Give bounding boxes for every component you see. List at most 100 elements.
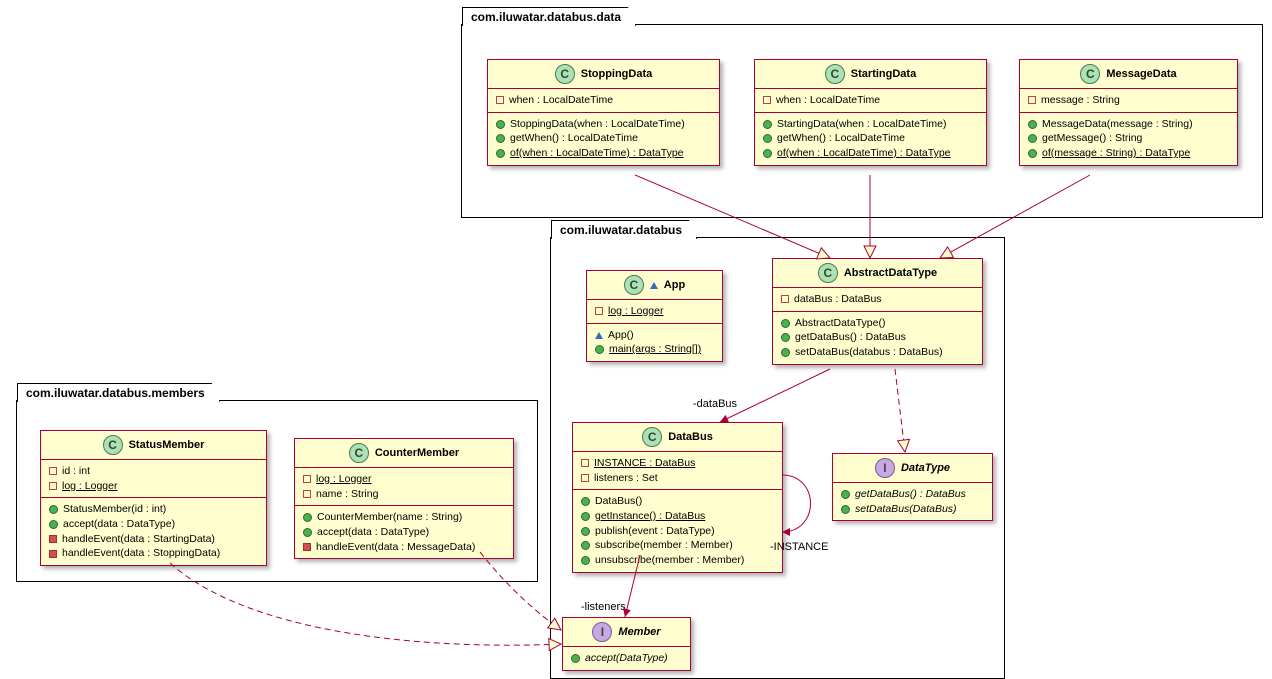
member-row: CounterMember(name : String) bbox=[303, 510, 505, 525]
package-core-title: com.iluwatar.databus bbox=[551, 220, 697, 239]
private-method-icon bbox=[49, 535, 57, 543]
class-name: Member bbox=[618, 626, 660, 638]
interface-icon: I bbox=[592, 622, 612, 642]
class-abstractdatatype: C AbstractDataType dataBus : DataBus Abs… bbox=[772, 258, 983, 365]
private-field-icon bbox=[303, 490, 311, 498]
member-row: of(when : LocalDateTime) : DataType bbox=[763, 146, 978, 161]
class-name: StartingData bbox=[851, 68, 916, 80]
class-icon: C bbox=[1080, 64, 1100, 84]
class-name: AbstractDataType bbox=[844, 267, 937, 279]
class-name: DataType bbox=[901, 462, 950, 474]
member-row: listeners : Set bbox=[581, 471, 774, 486]
member-row: accept(DataType) bbox=[571, 651, 682, 666]
member-row: subscribe(member : Member) bbox=[581, 538, 774, 553]
member-text: name : String bbox=[316, 487, 378, 502]
class-icon: C bbox=[624, 275, 644, 295]
member-row: MessageData(message : String) bbox=[1028, 117, 1229, 132]
public-icon bbox=[581, 512, 590, 521]
member-row: StartingData(when : LocalDateTime) bbox=[763, 117, 978, 132]
public-icon bbox=[49, 505, 58, 514]
member-row: of(when : LocalDateTime) : DataType bbox=[496, 146, 711, 161]
public-icon bbox=[581, 527, 590, 536]
member-text: log : Logger bbox=[316, 472, 371, 487]
member-text: StoppingData(when : LocalDateTime) bbox=[510, 117, 685, 132]
public-icon bbox=[781, 348, 790, 357]
class-name: DataBus bbox=[668, 431, 713, 443]
member-text: CounterMember(name : String) bbox=[317, 510, 462, 525]
class-icon: C bbox=[642, 427, 662, 447]
member-row: unsubscribe(member : Member) bbox=[581, 553, 774, 568]
private-field-icon bbox=[595, 307, 603, 315]
class-app: C App log : Logger App()main(args : Stri… bbox=[586, 270, 723, 362]
member-text: accept(DataType) bbox=[585, 651, 668, 666]
member-row: getDataBus() : DataBus bbox=[841, 487, 984, 502]
member-text: getDataBus() : DataBus bbox=[855, 487, 966, 502]
member-text: getDataBus() : DataBus bbox=[795, 330, 906, 345]
member-text: subscribe(member : Member) bbox=[595, 538, 733, 553]
public-icon bbox=[581, 556, 590, 565]
package-members-title: com.iluwatar.databus.members bbox=[17, 383, 220, 402]
member-row: App() bbox=[595, 328, 714, 343]
member-text: DataBus() bbox=[595, 494, 642, 509]
member-row: message : String bbox=[1028, 93, 1229, 108]
class-name: StoppingData bbox=[581, 68, 653, 80]
triangle-icon bbox=[650, 282, 658, 289]
member-text: log : Logger bbox=[62, 479, 117, 494]
member-text: publish(event : DataType) bbox=[595, 524, 715, 539]
member-row: handleEvent(data : StartingData) bbox=[49, 532, 258, 547]
member-text: dataBus : DataBus bbox=[794, 292, 882, 307]
member-text: setDataBus(DataBus) bbox=[855, 502, 957, 517]
member-row: StatusMember(id : int) bbox=[49, 502, 258, 517]
member-text: listeners : Set bbox=[594, 471, 658, 486]
public-icon bbox=[496, 120, 505, 129]
public-icon bbox=[303, 513, 312, 522]
class-stoppingdata: C StoppingData when : LocalDateTime Stop… bbox=[487, 59, 720, 166]
class-member: I Member accept(DataType) bbox=[562, 617, 691, 671]
private-field-icon bbox=[1028, 96, 1036, 104]
member-row: name : String bbox=[303, 487, 505, 502]
private-method-icon bbox=[303, 543, 311, 551]
class-name: App bbox=[664, 279, 685, 291]
member-text: INSTANCE : DataBus bbox=[594, 456, 695, 471]
public-icon bbox=[496, 134, 505, 143]
member-text: log : Logger bbox=[608, 304, 663, 319]
member-row: of(message : String) : DataType bbox=[1028, 146, 1229, 161]
member-row: setDataBus(databus : DataBus) bbox=[781, 345, 974, 360]
member-text: getWhen() : LocalDateTime bbox=[510, 131, 638, 146]
public-icon bbox=[303, 528, 312, 537]
private-field-icon bbox=[496, 96, 504, 104]
member-text: accept(data : DataType) bbox=[63, 517, 175, 532]
public-icon bbox=[581, 497, 590, 506]
public-icon bbox=[49, 520, 58, 529]
member-text: getWhen() : LocalDateTime bbox=[777, 131, 905, 146]
member-row: dataBus : DataBus bbox=[781, 292, 974, 307]
public-icon bbox=[1028, 134, 1037, 143]
class-icon: C bbox=[103, 435, 123, 455]
private-field-icon bbox=[581, 459, 589, 467]
private-field-icon bbox=[763, 96, 771, 104]
member-text: of(message : String) : DataType bbox=[1042, 146, 1190, 161]
member-row: handleEvent(data : MessageData) bbox=[303, 540, 505, 555]
member-text: message : String bbox=[1041, 93, 1120, 108]
member-row: main(args : String[]) bbox=[595, 342, 714, 357]
public-icon bbox=[841, 505, 850, 514]
member-row: id : int bbox=[49, 464, 258, 479]
member-text: MessageData(message : String) bbox=[1042, 117, 1193, 132]
label-listeners: -listeners bbox=[581, 601, 626, 613]
class-startingdata: C StartingData when : LocalDateTime Star… bbox=[754, 59, 987, 166]
member-text: StatusMember(id : int) bbox=[63, 502, 166, 517]
public-icon bbox=[763, 149, 772, 158]
member-row: when : LocalDateTime bbox=[496, 93, 711, 108]
member-text: when : LocalDateTime bbox=[776, 93, 880, 108]
member-text: id : int bbox=[62, 464, 90, 479]
member-text: getInstance() : DataBus bbox=[595, 509, 705, 524]
member-row: getMessage() : String bbox=[1028, 131, 1229, 146]
public-icon bbox=[841, 490, 850, 499]
public-icon bbox=[571, 654, 580, 663]
member-text: handleEvent(data : MessageData) bbox=[316, 540, 475, 555]
public-icon bbox=[496, 149, 505, 158]
public-icon bbox=[763, 120, 772, 129]
class-datatype: I DataType getDataBus() : DataBussetData… bbox=[832, 453, 993, 521]
public-icon bbox=[581, 541, 590, 550]
member-text: App() bbox=[608, 328, 634, 343]
